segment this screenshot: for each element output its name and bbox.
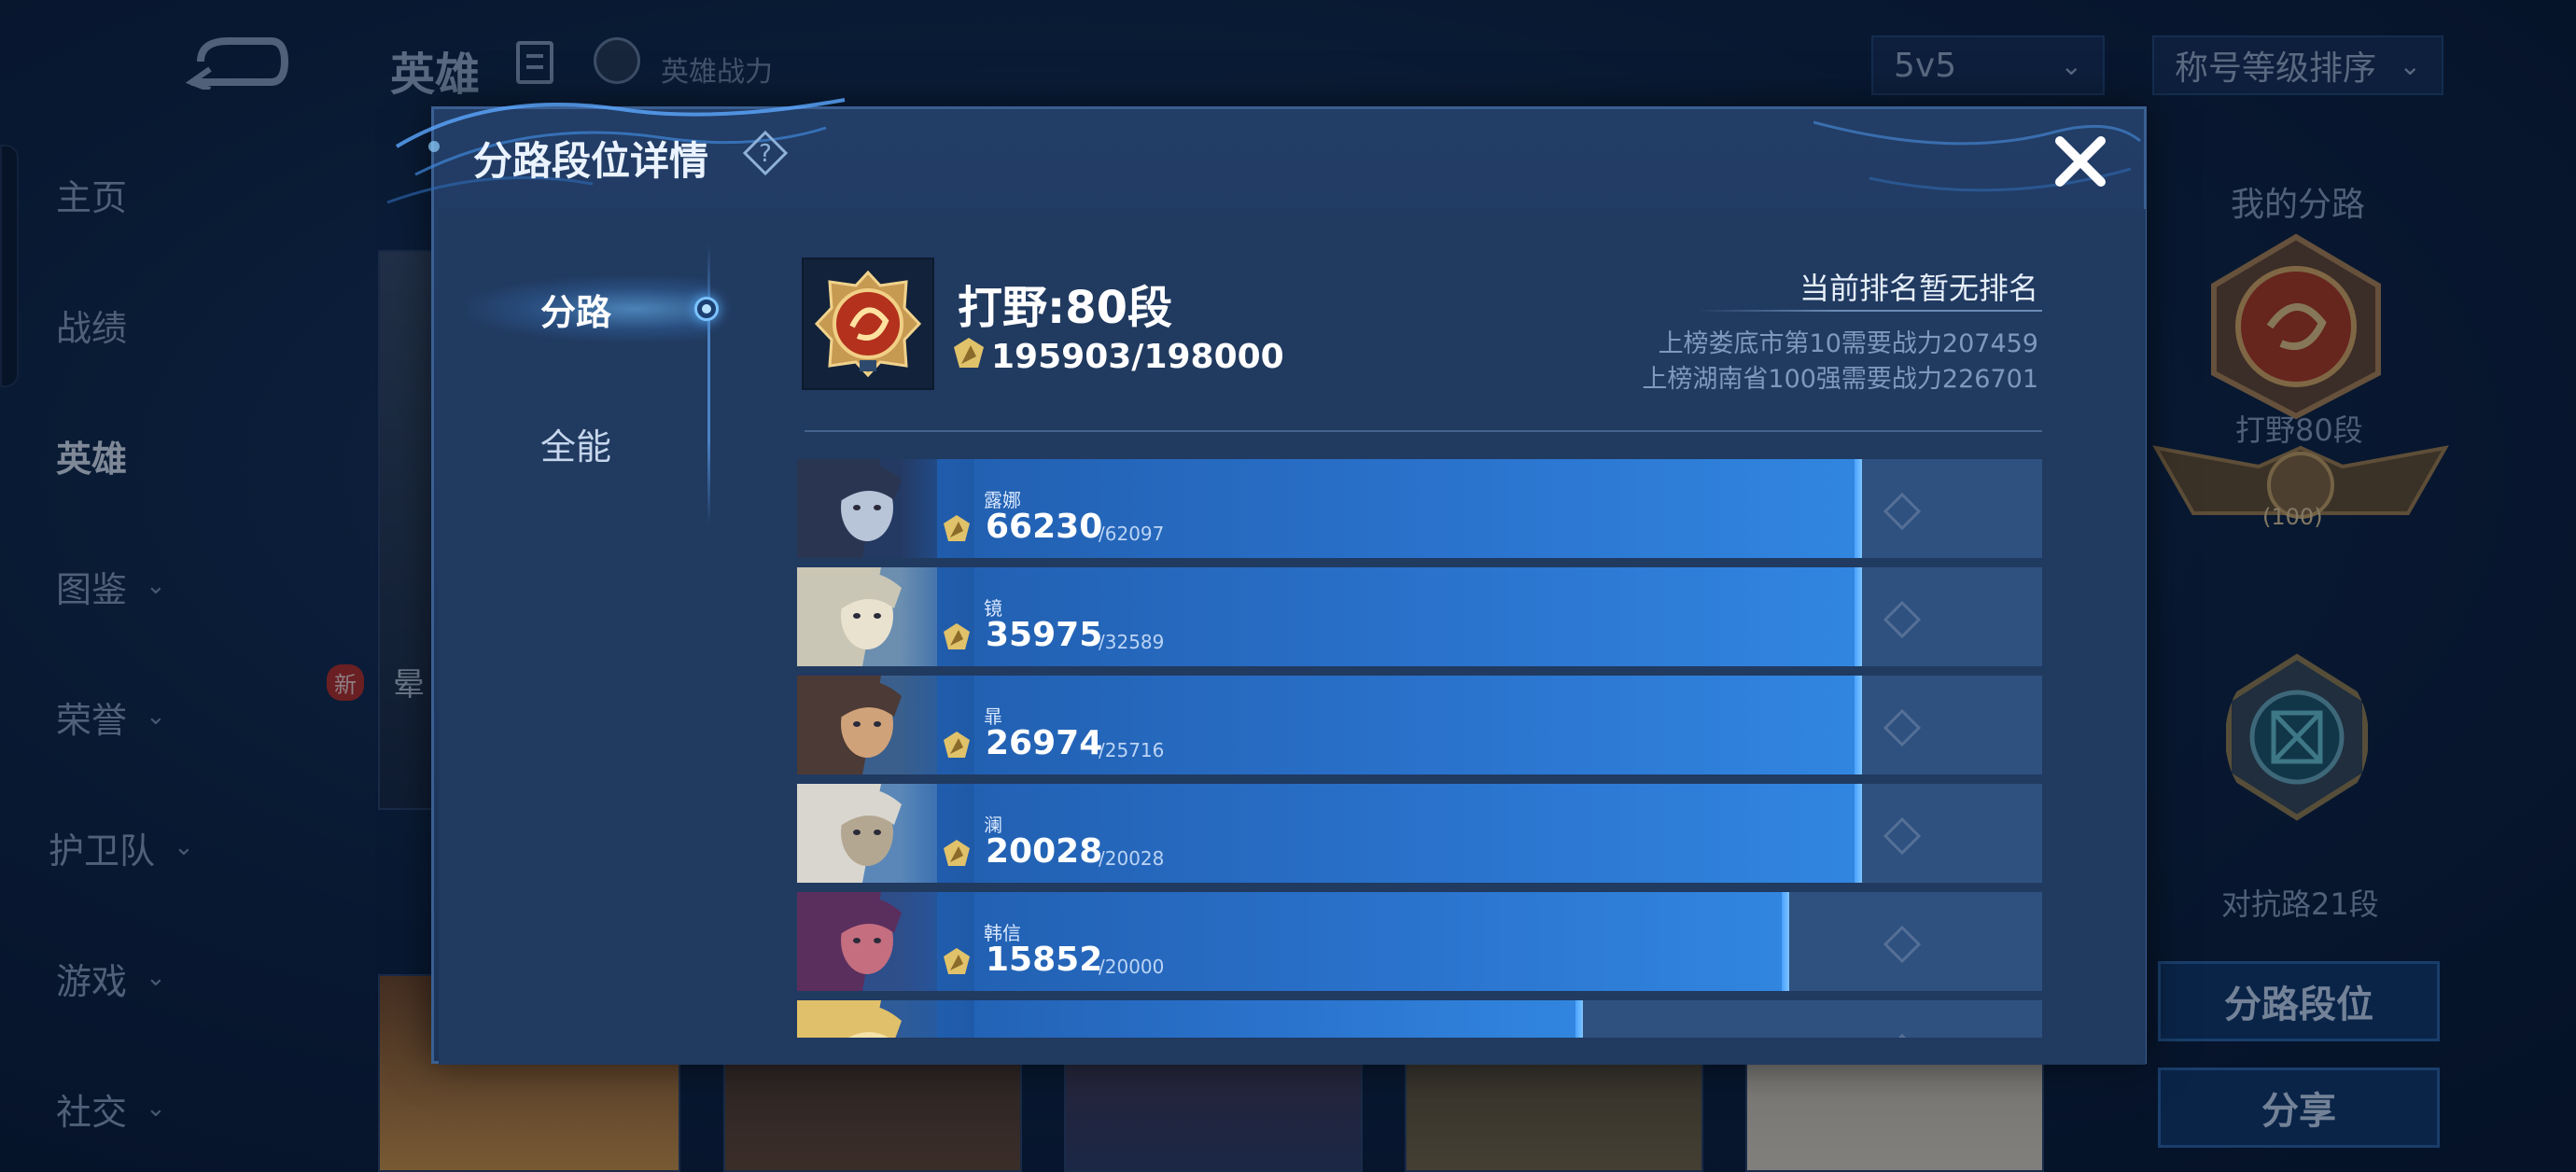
jungle-rank-badge-icon xyxy=(2211,233,2381,420)
hero-row[interactable]: 露娜 66230/62097 xyxy=(797,459,2042,558)
help-question-icon[interactable]: ? xyxy=(742,130,789,176)
header-title: 英雄 xyxy=(390,49,481,101)
chevron-down-icon: ⌄ xyxy=(2399,49,2421,81)
nav-item-label: 主页 xyxy=(56,176,128,218)
nav-item[interactable]: 战绩 xyxy=(0,297,224,353)
chevron-down-icon: ⌄ xyxy=(146,964,166,992)
hero-power-max: /20000 xyxy=(1099,956,1165,978)
mode-select-value: 5v5 xyxy=(1894,46,1957,85)
nav-item[interactable]: 护卫队 ⌄ xyxy=(0,819,217,875)
lane-watermark-icon xyxy=(1883,601,1921,638)
nav-item[interactable]: 图鉴 ⌄ xyxy=(0,558,224,614)
hero-power-value: 20028 xyxy=(986,832,1103,871)
lane-watermark-icon xyxy=(1883,493,1921,530)
jungle-rank-emblem xyxy=(802,258,934,390)
nav-item-label: 英雄 xyxy=(56,438,128,480)
hero-power-value: 35975 xyxy=(986,616,1103,654)
nav-item-label: 图鉴 xyxy=(56,568,128,610)
power-icon xyxy=(944,840,970,866)
nav-item[interactable]: 游戏 ⌄ xyxy=(0,950,224,1006)
new-badge: 新 xyxy=(327,664,364,701)
hero-power-value: 26974 xyxy=(986,724,1103,762)
mode-select[interactable]: 5v5 ⌄ xyxy=(1871,35,2105,95)
list-icon[interactable] xyxy=(516,41,553,84)
sort-select-value: 称号等级排序 xyxy=(2175,49,2377,88)
hero-power-avatar-icon[interactable] xyxy=(594,37,640,84)
tab-lane[interactable]: 分路 xyxy=(436,276,716,342)
sort-select[interactable]: 称号等级排序 ⌄ xyxy=(2152,35,2443,95)
power-icon xyxy=(954,338,984,368)
city-rank-requirement: 上榜娄底市第10需要战力207459 xyxy=(1658,329,2038,358)
top-lane-rank-badge-icon xyxy=(2226,653,2368,821)
hero-row[interactable]: 镜 35975/32589 xyxy=(797,567,2042,666)
hero-card[interactable]: 晕 xyxy=(378,250,434,810)
hero-row[interactable]: 暃 26974/25716 xyxy=(797,676,2042,774)
lane-power-value: 195903/198000 xyxy=(991,338,1284,376)
lane-rank-title: 打野:80段 xyxy=(958,282,1172,334)
lane-watermark-icon xyxy=(1897,1034,1907,1038)
hero-power-value: 66230 xyxy=(986,508,1103,546)
chevron-down-icon: ⌄ xyxy=(146,1095,166,1123)
nav-item-label: 游戏 xyxy=(56,960,128,1002)
power-icon xyxy=(944,515,970,541)
province-rank-requirement: 上榜湖南省100强需要战力226701 xyxy=(1642,365,2038,394)
hero-power-max: /20028 xyxy=(1099,847,1165,870)
chevron-down-icon: ⌄ xyxy=(174,833,194,861)
close-button[interactable] xyxy=(2045,126,2116,197)
portrait-fade xyxy=(900,1000,974,1038)
lane-watermark-icon xyxy=(1883,817,1921,855)
hero-power-max: /62097 xyxy=(1099,523,1165,545)
top-lane-rank-label: 对抗路21段 xyxy=(2221,886,2379,922)
lane-rank-button[interactable]: 分路段位 xyxy=(2158,961,2440,1041)
rank-status-underline xyxy=(1697,310,2042,312)
svg-text:?: ? xyxy=(759,140,772,168)
power-icon xyxy=(944,732,970,758)
close-x-icon xyxy=(2055,136,2106,187)
hero-power-label[interactable]: 英雄战力 xyxy=(661,49,773,90)
hero-power-max: /25716 xyxy=(1099,739,1165,761)
active-tab-node-icon xyxy=(694,297,719,321)
nav-item-label: 荣誉 xyxy=(56,699,128,741)
hero-row[interactable]: 澜 20028/20028 xyxy=(797,784,2042,883)
lane-watermark-icon xyxy=(1883,709,1921,746)
hero-power-list[interactable]: 露娜 66230/62097 镜 35975/32589 暃 26974/25716 澜 20… xyxy=(797,459,2042,1038)
chevron-down-icon: ⌄ xyxy=(146,703,166,731)
modal-title: 分路段位详情 xyxy=(473,138,709,184)
nav-item[interactable]: 社交 ⌄ xyxy=(0,1081,224,1137)
section-divider xyxy=(805,430,2042,432)
power-icon xyxy=(944,948,970,974)
hero-card-text: 晕 xyxy=(393,666,425,704)
jungle-rank-emblem-icon xyxy=(814,270,922,378)
back-arrow-icon[interactable] xyxy=(182,34,289,90)
chevron-down-icon: ⌄ xyxy=(2060,49,2082,81)
nav-item[interactable]: 英雄 xyxy=(0,427,224,483)
hero-row[interactable]: 韩信 15852/20000 xyxy=(797,892,2042,991)
level-badge-number: 100 xyxy=(2271,504,2315,530)
level-badge-value: (100) xyxy=(2262,504,2323,530)
chevron-down-icon: ⌄ xyxy=(146,572,166,600)
nav-item-label: 战绩 xyxy=(56,307,128,349)
nav-item[interactable]: 荣誉 ⌄ xyxy=(0,689,224,745)
share-button[interactable]: 分享 xyxy=(2158,1067,2440,1148)
tab-all-round[interactable]: 全能 xyxy=(436,411,716,476)
nav-item[interactable]: 主页 xyxy=(0,166,224,222)
hero-power-max: /32589 xyxy=(1099,631,1165,653)
rank-status: 当前排名暂无排名 xyxy=(1799,271,2038,306)
hero-power-value: 15852 xyxy=(986,941,1103,979)
nav-item-label: 社交 xyxy=(56,1091,128,1133)
power-icon xyxy=(944,623,970,649)
hero-row[interactable] xyxy=(797,1000,2042,1038)
nav-item-label: 护卫队 xyxy=(49,830,156,872)
lane-watermark-icon xyxy=(1883,926,1921,963)
my-lane-title: 我的分路 xyxy=(2231,186,2366,224)
